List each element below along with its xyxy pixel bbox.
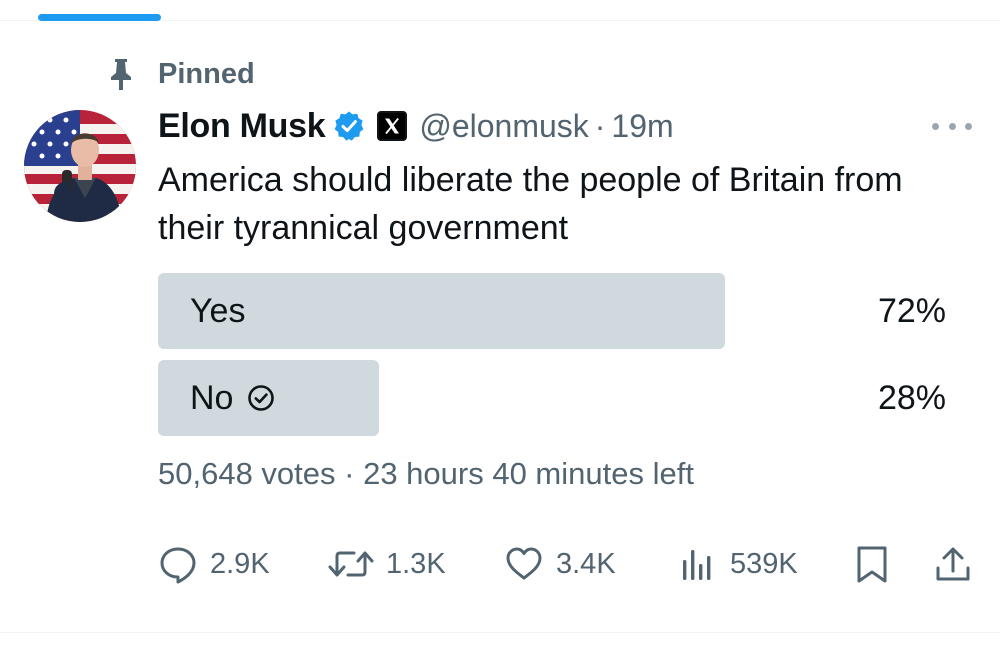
repost-count: 1.3K	[386, 547, 446, 580]
pinned-label: Pinned	[158, 57, 255, 90]
poll-option-percent: 28%	[877, 378, 946, 417]
bookmark-icon	[857, 546, 887, 583]
pin-icon	[111, 59, 131, 90]
author-name[interactable]: Elon Musk	[158, 107, 326, 146]
check-circle-icon	[248, 385, 275, 411]
more-dot	[948, 122, 956, 130]
view-count: 539K	[730, 547, 798, 580]
more-dot	[965, 122, 972, 130]
more-dot	[932, 122, 939, 130]
repost-button[interactable]: 1.3K	[328, 540, 446, 588]
like-count: 3.4K	[556, 547, 616, 580]
x-logo-icon[interactable]	[377, 111, 408, 141]
reply-icon	[160, 547, 196, 584]
reply-button[interactable]: 2.9K	[158, 540, 270, 588]
tweet-text: America should liberate the people of Br…	[158, 161, 903, 247]
author-handle[interactable]: @elonmusk	[419, 108, 588, 145]
poll-option-no: No 28%	[158, 360, 946, 436]
poll-option-percent: 72%	[877, 291, 946, 330]
share-button[interactable]	[934, 540, 972, 588]
reply-count: 2.9K	[210, 547, 270, 580]
avatar-image	[24, 110, 136, 222]
like-button[interactable]: 3.4K	[504, 540, 616, 588]
poll-option-text: No	[190, 378, 234, 417]
repost-icon	[328, 551, 374, 577]
active-tab-indicator	[38, 14, 161, 21]
views-button[interactable]: 539K	[678, 540, 798, 588]
poll-option-label: Yes	[190, 273, 245, 349]
bookmark-button[interactable]	[854, 540, 890, 588]
heart-icon	[506, 547, 542, 580]
more-options-icon[interactable]	[932, 118, 972, 134]
timeline-divider-bottom	[0, 632, 1000, 633]
poll-meta: 50,648 votes · 23 hours 40 minutes left	[158, 456, 694, 491]
poll-option-text: Yes	[190, 291, 246, 330]
pinned-indicator: Pinned	[106, 56, 255, 92]
verified-badge-icon[interactable]	[333, 110, 365, 142]
tweet-timestamp[interactable]: 19m	[611, 108, 673, 145]
avatar[interactable]	[24, 110, 136, 222]
tweet-action-bar: 2.9K 1.3K 3.4K 539K	[158, 540, 972, 588]
poll-option-label: No	[190, 360, 275, 436]
poll-option-yes: Yes 72%	[158, 273, 946, 349]
header-separator: ·	[594, 107, 606, 144]
tweet-header: Elon Musk @elonmusk · 19m	[158, 104, 674, 148]
views-chart-icon	[683, 550, 711, 580]
share-icon	[936, 547, 970, 581]
